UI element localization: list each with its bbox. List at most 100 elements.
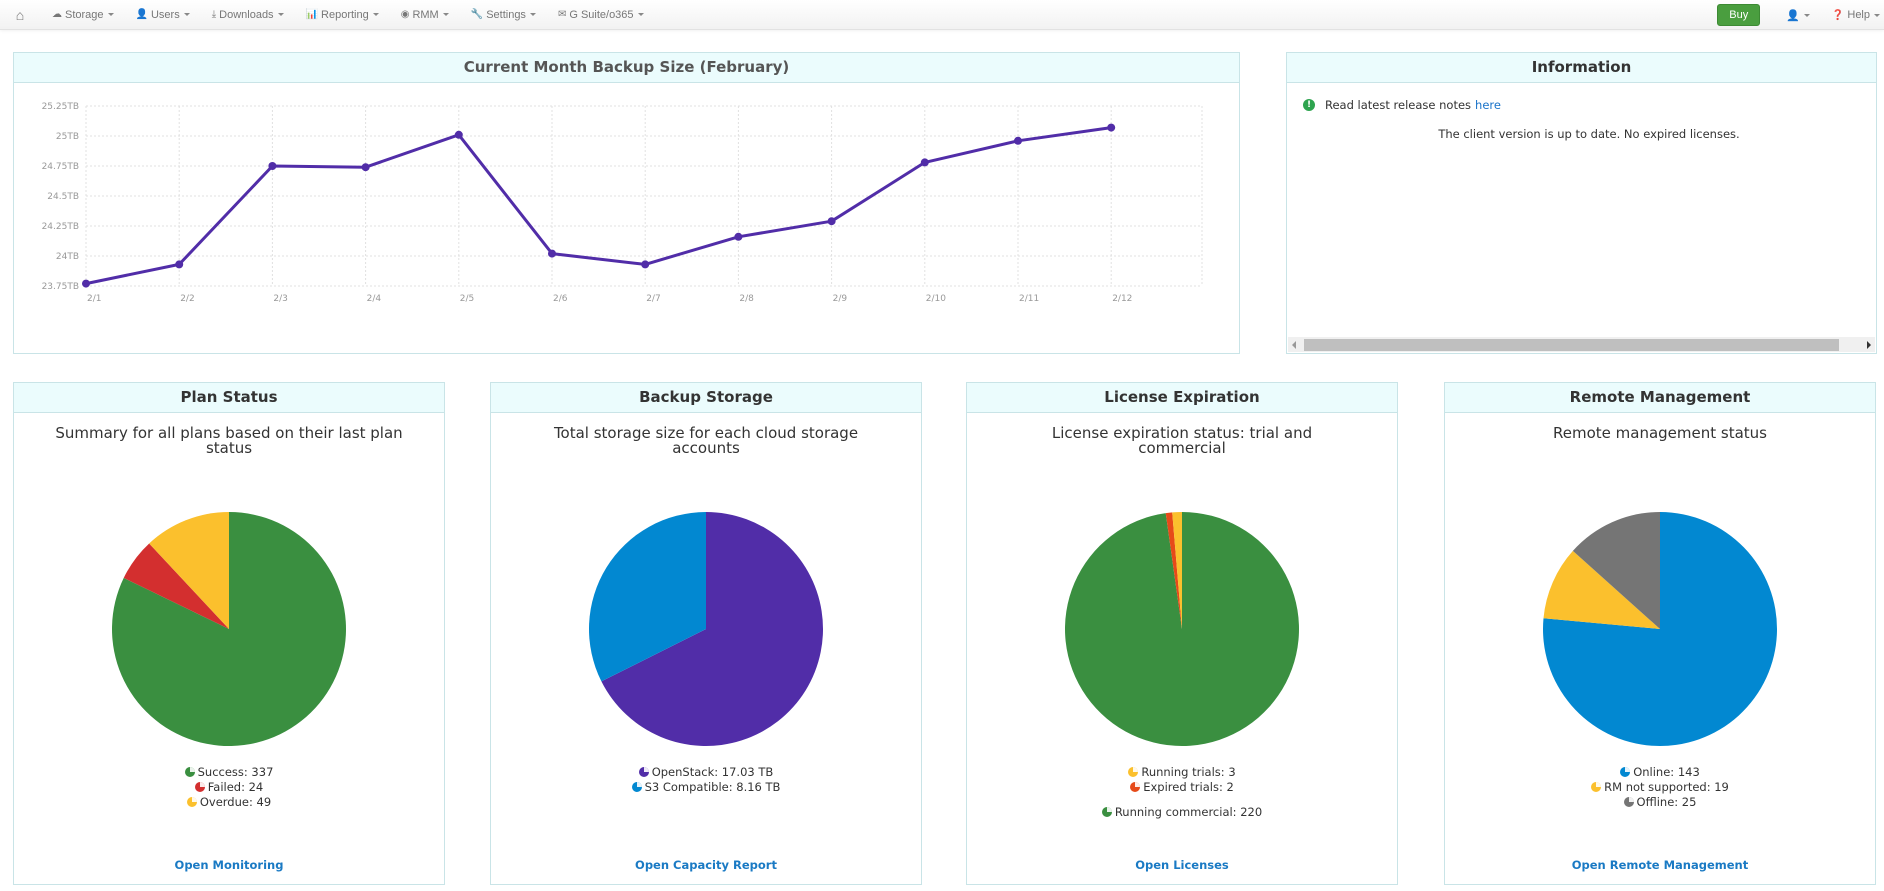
- pie-chart-icon: [1623, 797, 1634, 807]
- nav-item-storage[interactable]: ☁ Storage: [52, 9, 114, 21]
- remote-management-subtitle: Remote management status: [1553, 424, 1767, 442]
- legend-item: RM not supported: 19: [1445, 780, 1875, 795]
- legend-item: Expired trials: 2: [967, 780, 1397, 795]
- nav-item-label: Users: [150, 8, 180, 21]
- nav-item-label: Settings: [486, 8, 526, 21]
- release-notes-text: Read latest release notes: [1325, 98, 1472, 112]
- data-point: [548, 249, 556, 258]
- x-tick-label: 2/11: [1019, 294, 1039, 304]
- data-point: [454, 130, 463, 139]
- y-tick-label: 25.25TB: [42, 102, 79, 112]
- x-tick-label: 2/9: [833, 294, 848, 304]
- legend-item: Offline: 25: [1445, 795, 1875, 810]
- data-point: [734, 232, 743, 241]
- legend-label: Success: 337: [197, 765, 274, 779]
- remote-management-pie-wrap: [1445, 509, 1875, 749]
- chevron-down-icon: [1803, 13, 1810, 17]
- legend-label: S3 Compatible: 8.16 TB: [644, 780, 781, 794]
- data-point: [361, 163, 370, 172]
- x-tick-label: 2/3: [273, 294, 287, 304]
- help-menu[interactable]: ❓ Help: [1832, 9, 1880, 21]
- legend-item: OpenStack: 17.03 TB: [491, 765, 921, 780]
- legend-label: RM not supported: 19: [1604, 780, 1729, 794]
- pie-chart-icon: [1101, 807, 1112, 817]
- chevron-down-icon: [1874, 13, 1880, 17]
- information-panel: Information ! Read latest release notes …: [1286, 52, 1877, 354]
- pie-chart-icon: [186, 797, 197, 807]
- backup-storage-subtitle: Total storage size for each cloud storag…: [553, 424, 859, 457]
- legend-item: S3 Compatible: 8.16 TB: [491, 780, 921, 795]
- user-icon: 👤: [1786, 9, 1800, 22]
- y-tick-label: 25TB: [56, 132, 79, 142]
- legend-label: Online: 143: [1633, 765, 1700, 779]
- remote-management-open-link[interactable]: Open Remote Management: [1445, 858, 1875, 872]
- backup-storage-open-link[interactable]: Open Capacity Report: [491, 858, 921, 872]
- license-expiration-pie-chart: [1065, 512, 1299, 746]
- nav-item-reporting[interactable]: 📊 Reporting: [306, 9, 379, 21]
- remote-management-title: Remote Management: [1445, 383, 1875, 413]
- plan-status-pie-chart: [112, 512, 346, 746]
- chevron-down-icon: [442, 13, 449, 16]
- envelope-icon: ✉: [557, 9, 567, 20]
- x-tick-label: 2/6: [553, 294, 568, 304]
- pie-chart-icon: [1128, 767, 1139, 777]
- license-expiration-legend: Running trials: 3 Expired trials: 2 Runnin…: [967, 765, 1397, 820]
- backup-storage-pie-chart: [589, 512, 823, 746]
- nav-item-users[interactable]: 👤 Users: [136, 9, 190, 21]
- backup-storage-legend: OpenStack: 17.03 TB S3 Compatible: 8.16 T…: [491, 765, 921, 795]
- legend-item: Success: 337: [14, 765, 444, 780]
- x-tick-label: 2/1: [87, 294, 101, 304]
- y-tick-label: 24.5TB: [47, 192, 79, 202]
- plan-status-open-link[interactable]: Open Monitoring: [14, 858, 444, 872]
- nav-item-g-suite-o365[interactable]: ✉ G Suite/o365: [558, 9, 644, 21]
- nav-item-label: RMM: [412, 8, 439, 21]
- data-point: [920, 158, 929, 167]
- user-menu[interactable]: 👤: [1786, 9, 1810, 22]
- wrench-icon: 🔧: [470, 9, 484, 20]
- data-point: [1107, 123, 1116, 132]
- legend-label: Running commercial: 220: [1114, 805, 1263, 819]
- chevron-down-icon: [372, 13, 379, 16]
- y-tick-label: 24.75TB: [42, 162, 79, 172]
- scroll-right-arrow-icon[interactable]: [1867, 341, 1871, 349]
- y-tick-label: 24.25TB: [42, 222, 79, 232]
- nav-item-rmm[interactable]: ◉ RMM: [401, 9, 449, 21]
- legend-label: Overdue: 49: [199, 795, 272, 809]
- data-point: [175, 260, 184, 269]
- legend-label: Expired trials: 2: [1143, 780, 1234, 794]
- release-notes-link[interactable]: here: [1475, 98, 1501, 112]
- data-point: [268, 162, 277, 170]
- legend-item: Overdue: 49: [14, 795, 444, 810]
- chevron-down-icon: [107, 13, 114, 16]
- plan-status-card: Plan Status Summary for all plans based …: [13, 382, 445, 885]
- x-tick-label: 2/5: [460, 294, 474, 304]
- x-tick-label: 2/7: [646, 294, 660, 304]
- x-tick-label: 2/10: [926, 294, 946, 304]
- pie-chart-icon: [1130, 782, 1141, 792]
- plan-status-legend: Success: 337 Failed: 24 Overdue: 49: [14, 765, 444, 810]
- x-tick-label: 2/12: [1112, 294, 1132, 304]
- x-tick-label: 2/2: [180, 294, 194, 304]
- buy-button[interactable]: Buy: [1717, 4, 1761, 26]
- pie-chart-icon: [638, 767, 649, 777]
- backup-size-title: Current Month Backup Size (February): [14, 53, 1239, 83]
- nav-item-downloads[interactable]: ⤓ Downloads: [212, 9, 284, 21]
- nav-item-settings[interactable]: 🔧 Settings: [471, 9, 536, 21]
- backup-size-panel: Current Month Backup Size (February) 23.…: [13, 52, 1240, 354]
- scroll-left-arrow-icon[interactable]: [1292, 341, 1296, 349]
- backup-size-line-chart: 23.75TB 24TB 24.25TB 24.5TB 24.75TB 25TB 25.25…: [42, 102, 1203, 304]
- legend-item: Failed: 24: [14, 780, 444, 795]
- scrollbar-thumb[interactable]: [1304, 339, 1839, 351]
- chevron-down-icon: [529, 13, 536, 16]
- y-tick-label: 24TB: [56, 252, 79, 262]
- download-icon: ⤓: [211, 9, 217, 20]
- home-icon[interactable]: ⌂: [0, 7, 40, 23]
- license-expiration-open-link[interactable]: Open Licenses: [967, 858, 1397, 872]
- series-line: [85, 126, 1112, 286]
- information-title: Information: [1287, 53, 1876, 83]
- x-tick-label: 2/4: [367, 294, 382, 304]
- backup-storage-title: Backup Storage: [491, 383, 921, 413]
- globe-icon: ◉: [400, 9, 410, 20]
- horizontal-scrollbar[interactable]: [1288, 337, 1875, 352]
- y-tick-label: 23.75TB: [42, 282, 79, 292]
